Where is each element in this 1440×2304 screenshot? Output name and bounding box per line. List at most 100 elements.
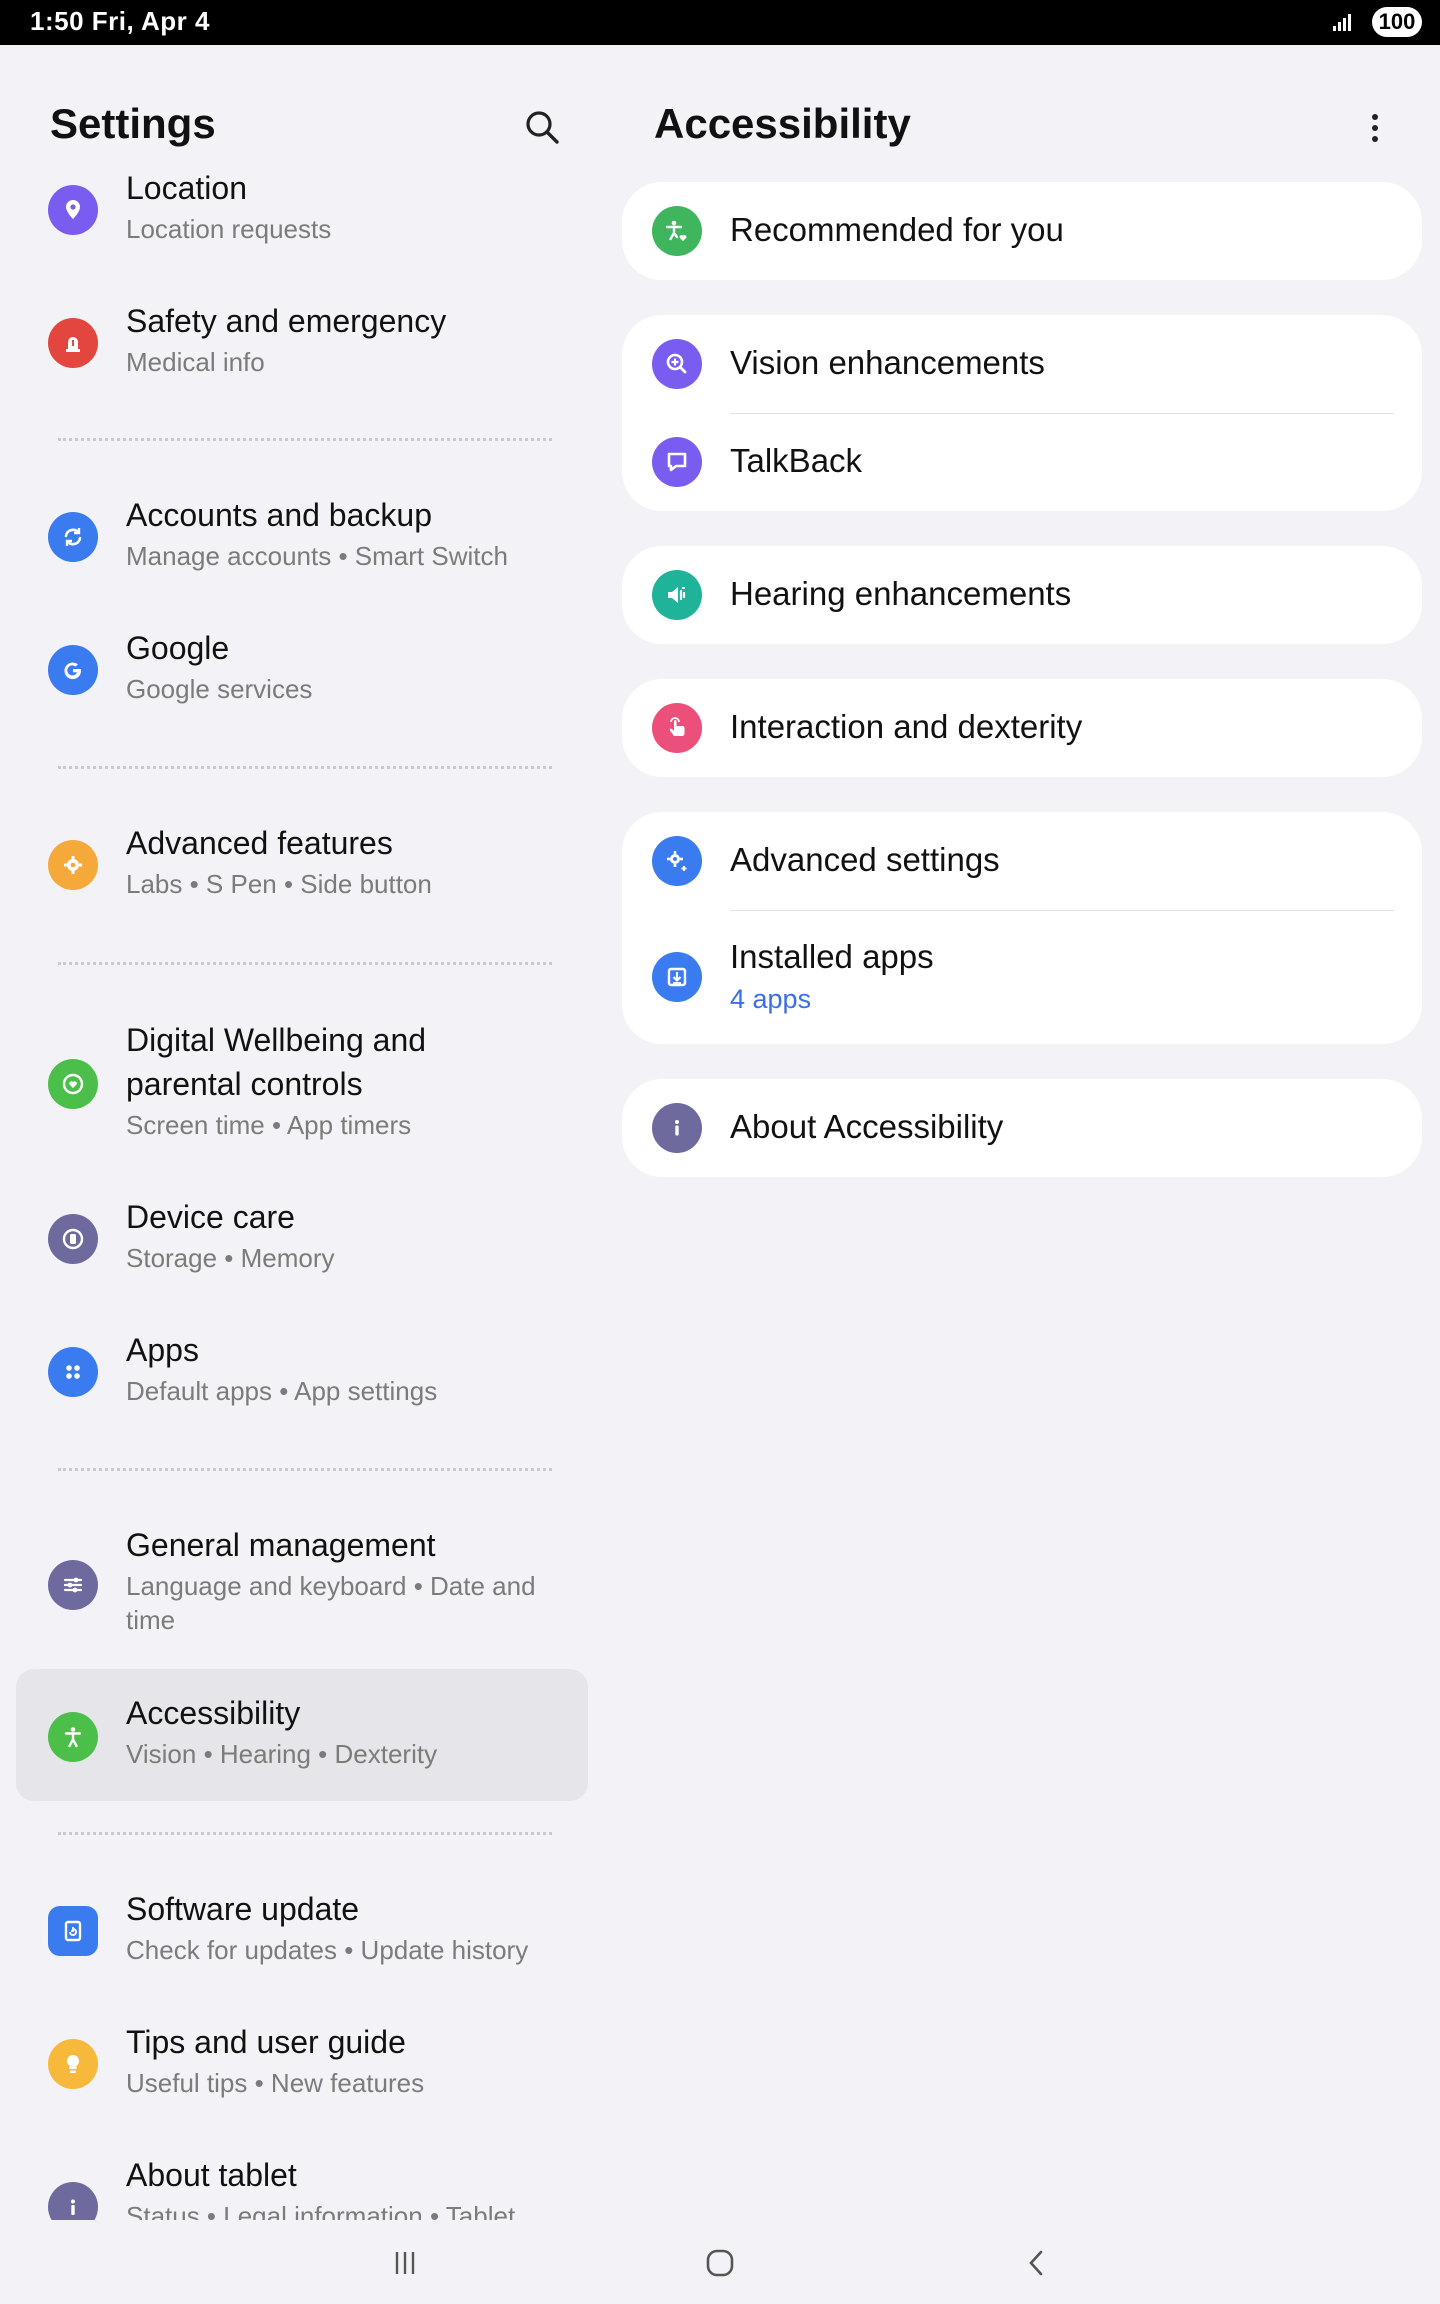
settings-item-subtitle: Useful tips • New features <box>126 2068 425 2098</box>
vision-enhancements-item[interactable]: Vision enhancements <box>622 315 1422 413</box>
advanced-label: Advanced settings <box>730 841 1000 878</box>
touch-hand-icon <box>652 703 702 753</box>
accessibility-heart-icon <box>652 206 702 256</box>
hearing-enhancements-item[interactable]: Hearing enhancements <box>622 546 1422 644</box>
settings-item-title: Digital Wellbeing and <box>126 1022 427 1058</box>
installed-apps-item[interactable]: Installed apps 4 apps <box>622 910 1422 1044</box>
recommended-card: Recommended for you <box>622 182 1422 280</box>
info-icon <box>652 1103 702 1153</box>
settings-item-google[interactable]: Google Google services <box>16 613 588 723</box>
gear-plus-icon <box>652 836 702 886</box>
puzzle-gear-icon <box>48 840 98 890</box>
interaction-label: Interaction and dexterity <box>730 708 1083 745</box>
settings-item-subtitle: Manage accounts • Smart Switch <box>126 541 508 571</box>
talkback-item[interactable]: TalkBack <box>622 413 1422 511</box>
settings-item-title: Location <box>126 170 247 206</box>
settings-item-accessibility[interactable]: Accessibility Vision • Hearing • Dexteri… <box>16 1669 588 1801</box>
battery-indicator: 100 <box>1372 7 1422 37</box>
installed-apps-count: 4 apps <box>730 984 812 1014</box>
sync-icon <box>48 512 98 562</box>
settings-title: Settings <box>50 100 216 147</box>
settings-item-title: Accessibility <box>126 1695 301 1731</box>
advanced-card: Advanced settings Installed apps 4 apps <box>622 812 1422 1044</box>
settings-item-apps[interactable]: Apps Default apps • App settings <box>16 1315 588 1425</box>
interaction-dexterity-item[interactable]: Interaction and dexterity <box>622 679 1422 777</box>
settings-item-title: Apps <box>126 1332 199 1368</box>
settings-item-digital-wellbeing[interactable]: Digital Wellbeing and parental controls … <box>16 1005 588 1155</box>
about-label: About Accessibility <box>730 1108 1004 1145</box>
search-icon[interactable] <box>522 107 562 147</box>
divider <box>58 962 552 965</box>
recommended-label: Recommended for you <box>730 211 1064 248</box>
home-icon <box>706 2249 734 2277</box>
settings-item-advanced-features[interactable]: Advanced features Labs • S Pen • Side bu… <box>16 808 588 918</box>
back-button[interactable] <box>1012 2238 1062 2288</box>
status-bar: 1:50 Fri, Apr 4 100 <box>0 0 1440 45</box>
interaction-card: Interaction and dexterity <box>622 679 1422 777</box>
settings-item-subtitle: Status • Legal information • Tablet <box>126 2201 516 2220</box>
settings-item-title: Tips and user guide <box>126 2024 406 2060</box>
divider <box>58 1468 552 1471</box>
settings-item-subtitle-line2: time <box>126 1605 176 1635</box>
settings-item-subtitle: Check for updates • Update history <box>126 1935 529 1965</box>
settings-item-accounts[interactable]: Accounts and backup Manage accounts • Sm… <box>16 480 588 590</box>
status-time: 1:50 Fri, Apr 4 <box>30 6 210 36</box>
recommended-for-you-item[interactable]: Recommended for you <box>622 182 1422 280</box>
speech-bubble-icon <box>652 437 702 487</box>
settings-item-general-management[interactable]: General management Language and keyboard… <box>16 1510 588 1660</box>
download-box-icon <box>652 952 702 1002</box>
settings-item-subtitle: Labs • S Pen • Side button <box>126 869 432 899</box>
accessibility-person-icon <box>48 1712 98 1762</box>
speaker-icon <box>652 570 702 620</box>
settings-item-subtitle: Google services <box>126 674 313 704</box>
home-button[interactable] <box>695 2238 745 2288</box>
magnifier-plus-icon <box>652 339 702 389</box>
settings-item-subtitle: Location requests <box>126 214 332 244</box>
info-icon <box>48 2182 98 2220</box>
installed-apps-label: Installed apps <box>730 938 934 975</box>
settings-item-title: Advanced features <box>126 825 393 861</box>
heart-circle-icon <box>48 1059 98 1109</box>
navigation-bar <box>0 2220 1440 2304</box>
signal-icon <box>1333 14 1351 31</box>
about-card: About Accessibility <box>622 1079 1422 1177</box>
divider <box>58 438 552 441</box>
settings-item-subtitle: Default apps • App settings <box>126 1376 438 1406</box>
settings-item-location[interactable]: Location Location requests <box>16 150 588 260</box>
recents-icon <box>395 2252 415 2274</box>
sliders-icon <box>48 1560 98 1610</box>
more-options-icon[interactable] <box>1360 108 1390 148</box>
settings-item-title: Software update <box>126 1891 360 1927</box>
settings-item-title: General management <box>126 1527 436 1563</box>
talkback-label: TalkBack <box>730 442 863 479</box>
vision-label: Vision enhancements <box>730 344 1045 381</box>
settings-item-title: Safety and emergency <box>126 303 447 339</box>
settings-item-subtitle: Language and keyboard • Date and <box>126 1571 536 1601</box>
advanced-settings-item[interactable]: Advanced settings <box>622 812 1422 910</box>
divider <box>58 1832 552 1835</box>
settings-item-title: Google <box>126 630 230 666</box>
settings-item-device-care[interactable]: Device care Storage • Memory <box>16 1182 588 1292</box>
lightbulb-icon <box>48 2039 98 2089</box>
location-pin-icon <box>48 185 98 235</box>
settings-item-subtitle: Screen time • App timers <box>126 1110 412 1140</box>
settings-item-subtitle: Storage • Memory <box>126 1243 335 1273</box>
recents-button[interactable] <box>380 2238 430 2288</box>
page-title: Accessibility <box>654 100 911 147</box>
hearing-label: Hearing enhancements <box>730 575 1072 612</box>
siren-icon <box>48 318 98 368</box>
settings-item-title: About tablet <box>126 2157 297 2193</box>
hearing-card: Hearing enhancements <box>622 546 1422 644</box>
settings-item-about-tablet[interactable]: About tablet Status • Legal information … <box>16 2140 588 2220</box>
settings-item-safety[interactable]: Safety and emergency Medical info <box>16 300 588 410</box>
about-accessibility-item[interactable]: About Accessibility <box>622 1079 1422 1177</box>
vision-card: Vision enhancements TalkBack <box>622 315 1422 511</box>
settings-item-subtitle: Medical info <box>126 347 265 377</box>
settings-item-tips[interactable]: Tips and user guide Useful tips • New fe… <box>16 2007 588 2117</box>
settings-item-software-update[interactable]: Software update Check for updates • Upda… <box>16 1874 588 1984</box>
software-update-icon <box>48 1906 98 1956</box>
settings-item-subtitle: Vision • Hearing • Dexterity <box>126 1739 438 1769</box>
settings-list: Location Location requests Safety and em… <box>0 150 600 2220</box>
apps-grid-icon <box>48 1347 98 1397</box>
back-icon <box>1029 2250 1043 2276</box>
